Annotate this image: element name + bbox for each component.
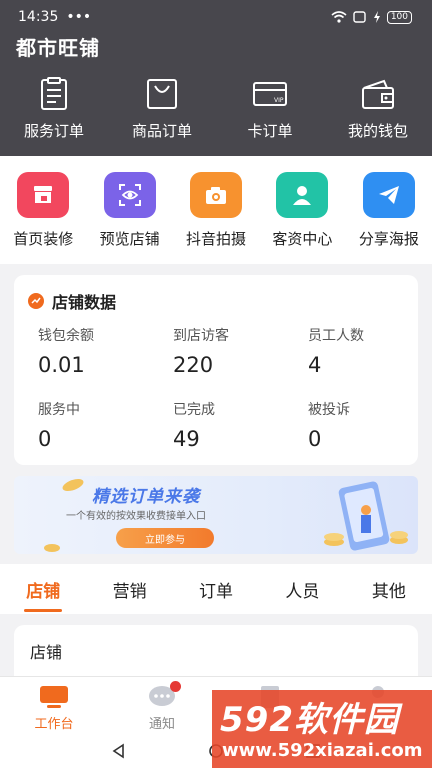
workbench-icon — [40, 686, 68, 708]
quick-actions: 服务订单 商品订单 VIP 卡订单 我的钱包 — [0, 76, 432, 141]
banner-subtitle: 一个有效的按效果收费接单入口 — [66, 511, 206, 522]
stat-complaints[interactable]: 被投诉 0 — [308, 399, 350, 451]
tab-marketing[interactable]: 营销 — [86, 564, 172, 614]
feature-share-poster[interactable]: 分享海报 — [346, 156, 432, 264]
back-icon[interactable] — [111, 743, 127, 759]
feature-row: 首页装修 预览店铺 抖音拍摄 客资中心 分享海报 — [0, 156, 432, 264]
stat-staff-count[interactable]: 员工人数 4 — [308, 325, 364, 377]
stat-label: 到店访客 — [173, 328, 229, 344]
quick-card-orders[interactable]: VIP 卡订单 — [216, 76, 324, 141]
watermark-url: www.592xiazai.com — [222, 740, 423, 761]
notification-dot — [170, 681, 181, 692]
stat-label: 钱包余额 — [38, 328, 94, 344]
app-title: 都市旺铺 — [16, 36, 100, 60]
stat-value: 220 — [173, 353, 214, 377]
tab-store[interactable]: 店铺 — [0, 564, 86, 614]
camera-icon — [190, 172, 243, 218]
card-title: 店铺数据 — [52, 293, 117, 312]
nav-label: 通知 — [148, 717, 175, 732]
quick-label: 卡订单 — [247, 122, 293, 140]
tab-staff[interactable]: 人员 — [259, 564, 345, 614]
stat-value: 49 — [173, 427, 200, 451]
status-bar: 14:35 ••• 100 — [0, 0, 432, 34]
section-title: 店铺 — [30, 643, 63, 662]
coin-decoration — [44, 544, 60, 552]
eye-scan-icon — [103, 172, 156, 218]
watermark-logo: 592软件园 www.592xiazai.com — [212, 690, 432, 768]
quick-label: 商品订单 — [131, 122, 192, 140]
stat-wallet-balance[interactable]: 钱包余额 0.01 — [38, 325, 94, 377]
stat-label: 员工人数 — [308, 328, 364, 344]
vip-card-icon: VIP — [253, 82, 287, 106]
phone-illustration-icon — [324, 481, 408, 551]
watermark-brand: 592软件园 — [220, 700, 399, 740]
category-tabs: 店铺 营销 订单 人员 其他 — [0, 564, 432, 614]
svg-text:VIP: VIP — [274, 97, 284, 104]
card-header: 店铺数据 — [28, 289, 116, 313]
stat-completed[interactable]: 已完成 49 — [173, 399, 215, 451]
send-icon — [362, 172, 415, 218]
stat-in-service[interactable]: 服务中 0 — [38, 399, 80, 451]
sim-icon — [353, 11, 366, 23]
status-time: 14:35 — [18, 9, 59, 25]
tab-other[interactable]: 其他 — [346, 564, 432, 614]
nav-workbench[interactable]: 工作台 — [0, 677, 108, 734]
feature-label: 分享海报 — [358, 230, 419, 248]
stat-label: 已完成 — [173, 402, 215, 418]
nav-notifications[interactable]: 通知 — [108, 677, 216, 734]
feature-douyin-shoot[interactable]: 抖音拍摄 — [173, 156, 259, 264]
battery-icon: 100 — [386, 10, 412, 24]
stat-value: 0 — [38, 427, 52, 451]
user-icon — [276, 172, 329, 218]
store-data-card: 店铺数据 钱包余额 0.01 到店访客 220 员工人数 4 服务中 0 已完成… — [14, 275, 418, 465]
clipboard-icon — [41, 77, 67, 110]
storefront-icon — [17, 172, 70, 218]
feature-label: 预览店铺 — [99, 230, 160, 248]
header: 14:35 ••• 100 都市旺铺 服务订单 商品订单 VIP 卡订单 我的钱… — [0, 0, 432, 156]
feature-label: 首页装修 — [13, 230, 74, 248]
stat-value: 0 — [308, 427, 322, 451]
stat-label: 被投诉 — [308, 402, 350, 418]
feature-label: 客资中心 — [272, 230, 333, 248]
coin-decoration — [60, 476, 86, 494]
tab-orders[interactable]: 订单 — [173, 564, 259, 614]
stat-value: 0.01 — [38, 353, 85, 377]
wifi-icon — [331, 11, 347, 23]
stat-visitors[interactable]: 到店访客 220 — [173, 325, 229, 377]
promo-banner[interactable]: 精选订单来袭 一个有效的按效果收费接单入口 立即参与 — [14, 476, 418, 554]
feature-customer-center[interactable]: 客资中心 — [259, 156, 345, 264]
feature-preview-store[interactable]: 预览店铺 — [86, 156, 172, 264]
quick-my-wallet[interactable]: 我的钱包 — [324, 76, 432, 141]
nav-label: 工作台 — [34, 717, 74, 732]
quick-label: 我的钱包 — [347, 122, 408, 140]
stat-value: 4 — [308, 353, 322, 377]
more-dots-icon: ••• — [66, 9, 92, 25]
feature-label: 抖音拍摄 — [186, 230, 247, 248]
charging-icon — [373, 11, 380, 23]
shopping-bag-icon — [147, 79, 177, 109]
banner-join-button[interactable]: 立即参与 — [116, 528, 214, 548]
trend-icon — [28, 293, 44, 309]
quick-label: 服务订单 — [23, 122, 84, 140]
feature-home-decoration[interactable]: 首页装修 — [0, 156, 86, 264]
quick-product-orders[interactable]: 商品订单 — [108, 76, 216, 141]
stat-label: 服务中 — [38, 402, 80, 418]
banner-title: 精选订单来袭 — [92, 487, 200, 507]
wallet-icon — [362, 79, 394, 109]
quick-service-orders[interactable]: 服务订单 — [0, 76, 108, 141]
